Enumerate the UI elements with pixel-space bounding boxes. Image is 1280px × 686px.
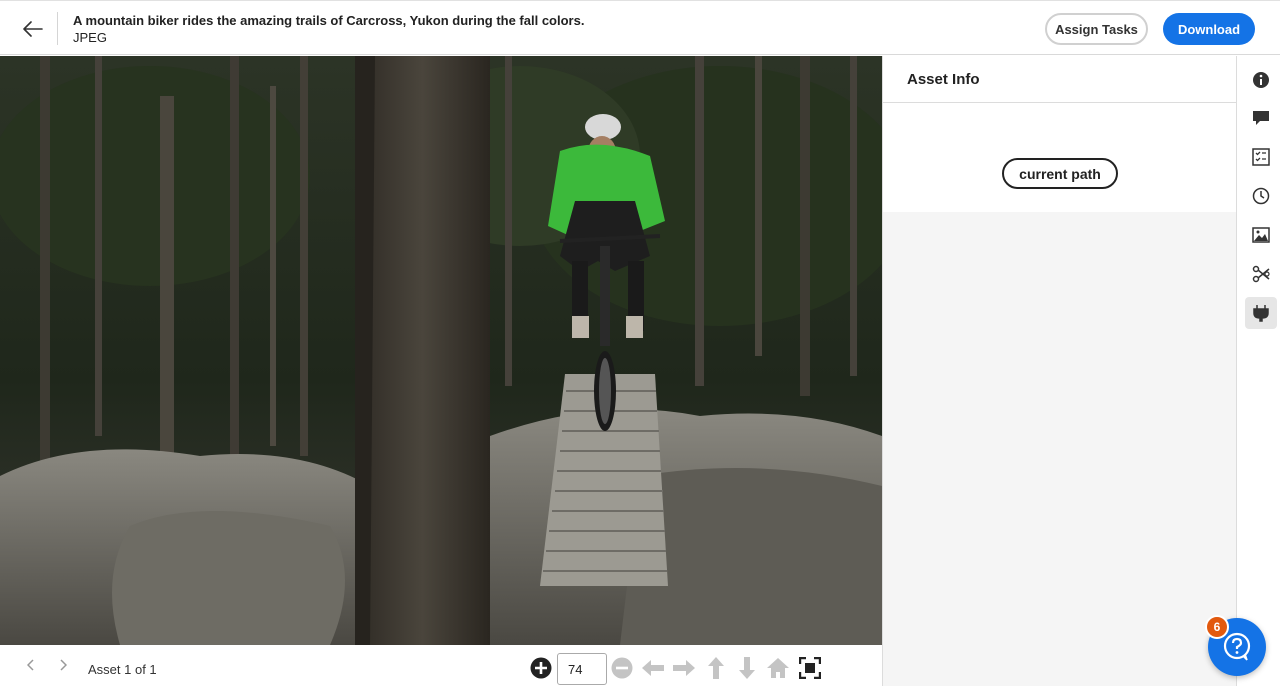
viewer-footer: Asset 1 of 1 xyxy=(0,645,882,686)
rail-tasks-button[interactable] xyxy=(1245,141,1277,173)
panel-title: Asset Info xyxy=(907,71,980,88)
arrow-down-icon xyxy=(739,657,755,679)
assign-tasks-button[interactable]: Assign Tasks xyxy=(1045,13,1148,45)
arrow-right-icon xyxy=(673,660,695,676)
rail-plugin-button[interactable] xyxy=(1245,297,1277,329)
back-button[interactable] xyxy=(18,15,48,43)
asset-image xyxy=(0,56,882,645)
asset-title: A mountain biker rides the amazing trail… xyxy=(73,13,585,28)
pan-up-button[interactable] xyxy=(704,656,728,680)
reset-view-button[interactable] xyxy=(766,656,790,680)
scissors-icon xyxy=(1252,265,1270,283)
asset-info-section: Asset Info current path xyxy=(883,56,1236,212)
comment-icon xyxy=(1253,111,1269,125)
asset-file-type: JPEG xyxy=(73,30,107,45)
arrow-up-icon xyxy=(708,657,724,679)
header: A mountain biker rides the amazing trail… xyxy=(0,0,1280,55)
asset-count: Asset 1 of 1 xyxy=(88,662,157,677)
rail-info-button[interactable] xyxy=(1245,64,1277,96)
pan-down-button[interactable] xyxy=(735,656,759,680)
download-button[interactable]: Download xyxy=(1163,13,1255,45)
zoom-in-button[interactable] xyxy=(529,656,553,680)
zoom-level-input[interactable] xyxy=(557,653,607,685)
next-asset-button[interactable] xyxy=(55,657,71,673)
back-arrow-icon xyxy=(23,21,43,37)
chevron-right-icon xyxy=(60,659,67,671)
info-icon xyxy=(1253,72,1269,88)
current-path-button[interactable]: current path xyxy=(1002,158,1118,189)
help-chat-icon xyxy=(1223,632,1251,661)
chevron-left-icon xyxy=(27,659,34,671)
rail-comments-button[interactable] xyxy=(1245,102,1277,134)
notification-badge: 6 xyxy=(1205,615,1229,639)
pan-right-button[interactable] xyxy=(672,656,696,680)
fullscreen-icon xyxy=(799,657,821,679)
zoom-out-button[interactable] xyxy=(610,656,634,680)
panel-divider xyxy=(883,102,1236,103)
right-rail xyxy=(1236,56,1280,686)
tasks-icon xyxy=(1252,148,1270,166)
rail-renditions-button[interactable] xyxy=(1245,219,1277,251)
previous-asset-button[interactable] xyxy=(23,657,39,673)
image-viewer[interactable] xyxy=(0,56,882,645)
fullscreen-button[interactable] xyxy=(798,656,822,680)
arrow-left-icon xyxy=(642,660,664,676)
pan-left-button[interactable] xyxy=(641,656,665,680)
rail-smart-crop-button[interactable] xyxy=(1245,258,1277,290)
asset-info-panel: Asset Info current path xyxy=(882,56,1236,686)
home-icon xyxy=(767,658,789,678)
history-icon xyxy=(1252,187,1270,205)
plus-circle-icon xyxy=(530,657,552,679)
renditions-icon xyxy=(1252,227,1270,243)
minus-circle-icon xyxy=(611,657,633,679)
plugin-icon xyxy=(1253,305,1269,322)
rail-history-button[interactable] xyxy=(1245,180,1277,212)
header-divider xyxy=(57,12,58,45)
